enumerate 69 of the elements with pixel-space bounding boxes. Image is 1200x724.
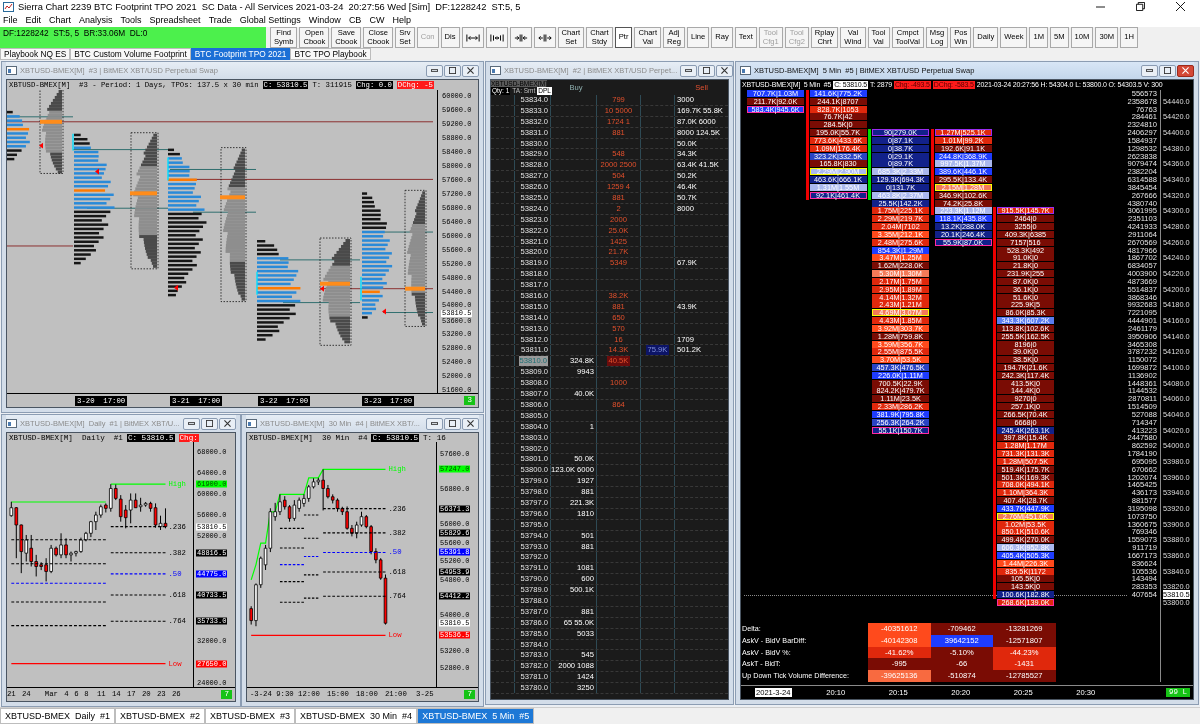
minimize-button[interactable] [680, 64, 698, 77]
chartbook-tab[interactable]: Playbook NQ ES [0, 48, 71, 60]
menu-item[interactable]: CB [345, 14, 365, 26]
window-icon [6, 66, 17, 75]
maximize-button[interactable] [444, 417, 461, 430]
window-icon [490, 66, 501, 75]
maximize-icon [206, 420, 213, 427]
chartbook-tab[interactable]: BTC Footprint TPO 2021 [190, 48, 291, 60]
maximize-icon [703, 67, 711, 74]
bars-double-arrow-icon [465, 32, 480, 43]
window-icon [246, 419, 257, 428]
minimize-button[interactable] [1141, 64, 1158, 77]
maximize-button[interactable] [201, 417, 218, 430]
restore-icon [1135, 2, 1145, 11]
maximize-icon [449, 67, 456, 74]
menu-item[interactable]: Analysis [76, 14, 116, 26]
minimize-button[interactable] [426, 417, 443, 430]
status-field: DF:1228242 ST:5, 5 BR:33.06M DL:0 [0, 27, 266, 48]
minimize-icon [1095, 5, 1105, 8]
arrows-from-bars-icon [537, 32, 552, 43]
minimize-icon [431, 422, 438, 425]
toolbar-button[interactable] [461, 27, 484, 48]
minimize-button[interactable] [183, 417, 200, 430]
menu-item[interactable]: CW [366, 14, 388, 26]
close-icon [721, 67, 729, 74]
minimize-button[interactable] [426, 64, 443, 77]
maximize-icon [449, 420, 456, 427]
minimize-icon [685, 69, 693, 72]
maximize-icon [1164, 67, 1171, 74]
menu-item[interactable]: File [0, 14, 21, 26]
window-tab[interactable]: XBTUSD-BMEX Daily #1 [0, 708, 116, 724]
menu-item[interactable]: Global Settings [236, 14, 304, 26]
menu-item[interactable]: Tools [117, 14, 145, 26]
menu-item[interactable]: Edit [22, 14, 45, 26]
close-icon [1182, 67, 1189, 74]
window-tab[interactable]: XBTUSD-BMEX #2 [115, 708, 206, 724]
maximize-button[interactable] [698, 64, 716, 77]
close-icon [467, 67, 474, 74]
minimize-icon [188, 422, 195, 425]
window-title: Sierra Chart 2239 BTC Footprint TPO 2021 SC Data - All Services 2021-03-24 20:27:56 Wed [Sim] DF:1228242 ST:5, 5 [18, 0, 521, 13]
bars-double-arrow-icon [489, 32, 504, 43]
window-icon [740, 66, 751, 75]
maximize-button[interactable] [1159, 64, 1176, 77]
close-button[interactable] [716, 64, 734, 77]
toolbar-button[interactable] [533, 27, 556, 48]
close-button[interactable] [462, 64, 479, 77]
menu-item[interactable]: Trade [205, 14, 235, 26]
window-icon [6, 419, 17, 428]
close-button[interactable] [219, 417, 236, 430]
menu-item[interactable]: Spreadsheet [146, 14, 204, 26]
close-icon [224, 420, 231, 427]
close-button[interactable] [1177, 64, 1194, 77]
close-icon [1175, 2, 1185, 11]
arrows-to-bars-icon [513, 32, 528, 43]
toolbar-button[interactable] [509, 27, 532, 48]
chartbook-tab[interactable]: BTC TPO Playbook [290, 48, 371, 60]
minimize-icon [1146, 69, 1153, 72]
window-tab[interactable]: XBTUSD-BMEX 30 Min #4 [295, 708, 418, 724]
close-icon [467, 420, 474, 427]
menu-item[interactable]: Chart [46, 14, 75, 26]
menu-item[interactable]: Help [389, 14, 414, 26]
window-tab[interactable]: XBTUSD-BMEX 5 Min #5 [417, 708, 535, 724]
toolbar-button[interactable] [485, 27, 508, 48]
close-button[interactable] [462, 417, 479, 430]
chartbook-tab[interactable]: BTC Custom Volume Footprint [70, 48, 191, 60]
minimize-icon [431, 69, 438, 72]
maximize-button[interactable] [444, 64, 461, 77]
window-tab[interactable]: XBTUSD-BMEX #3 [205, 708, 296, 724]
menu-item[interactable]: Window [305, 14, 344, 26]
